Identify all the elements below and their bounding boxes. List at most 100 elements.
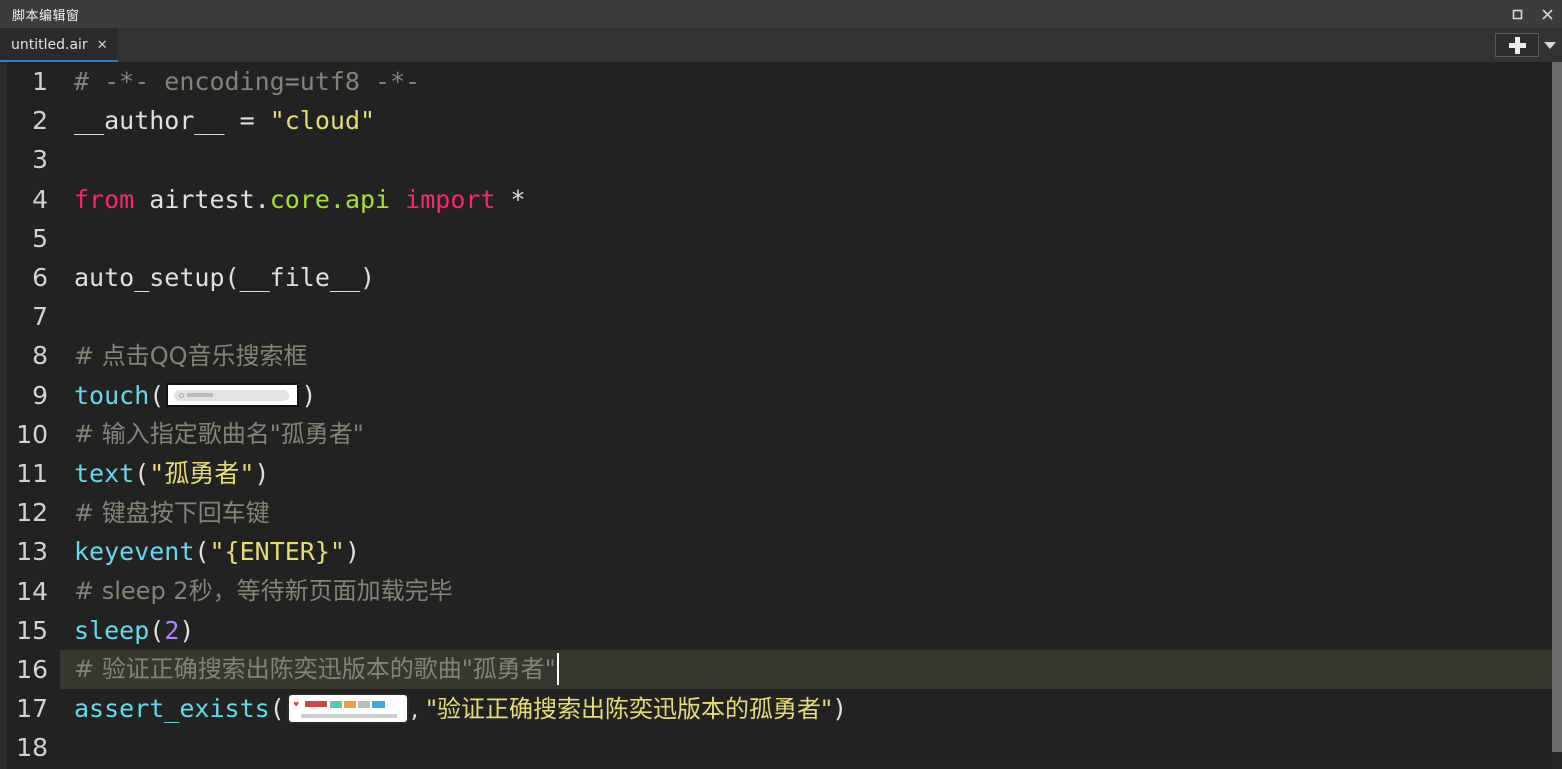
line-content: assert_exists ( ♥ , "验证正确搜索出陈奕迅版本的孤勇者" ) — [74, 693, 847, 725]
comment-token: # 点击QQ音乐搜索框 — [74, 341, 308, 370]
code-editor[interactable]: 1 # -*- encoding=utf8 -*- 2 __author__ =… — [0, 62, 1562, 769]
paren-token: ( — [269, 694, 285, 724]
code-line-current[interactable]: 16 # 验证正确搜索出陈奕迅版本的歌曲"孤勇者" — [0, 649, 1562, 689]
keyword-token: from — [74, 184, 135, 214]
close-icon[interactable] — [1532, 0, 1562, 28]
module-token: airtest. — [134, 184, 270, 214]
paren-token: ) — [344, 537, 361, 567]
paren-token: ) — [254, 458, 270, 488]
line-content: sleep ( 2 ) — [74, 618, 194, 643]
line-number: 17 — [16, 694, 48, 724]
string-token: "孤勇者" — [149, 458, 255, 488]
line-content: __author__ = "cloud" — [74, 108, 375, 133]
code-line[interactable]: 18 — [0, 728, 1562, 767]
line-number: 12 — [16, 498, 48, 528]
code-line[interactable]: 2 __author__ = "cloud" — [0, 101, 1562, 140]
code-line[interactable]: 17 assert_exists ( ♥ , "验证正确搜索出陈奕迅版本的孤勇者… — [0, 689, 1562, 728]
line-number: 8 — [32, 341, 48, 371]
tab-bar: untitled.air ✕ — [0, 28, 1562, 62]
line-number: 5 — [32, 223, 48, 253]
call-token: auto_setup(__file__) — [74, 263, 376, 293]
paren-token: ) — [301, 380, 317, 410]
code-lines: 1 # -*- encoding=utf8 -*- 2 __author__ =… — [0, 62, 1562, 767]
code-line[interactable]: 11 text ( "孤勇者" ) — [0, 454, 1562, 493]
scrollbar-thumb[interactable] — [1552, 62, 1562, 752]
thumbnail-badge — [371, 701, 385, 709]
thumbnail-placeholder-text — [187, 393, 214, 398]
vertical-scrollbar[interactable] — [1552, 62, 1562, 769]
line-number: 9 — [32, 380, 48, 410]
number-token: 2 — [164, 615, 180, 645]
string-token: "{ENTER}" — [209, 537, 345, 567]
code-line[interactable]: 14 # sleep 2秒，等待新页面加载完毕 — [0, 571, 1562, 610]
comma-token: , — [410, 694, 426, 723]
code-line[interactable]: 9 touch ( ) — [0, 376, 1562, 415]
line-content: keyevent ( "{ENTER}" ) — [74, 539, 360, 564]
restore-icon[interactable] — [1502, 0, 1532, 28]
paren-token: ) — [179, 615, 195, 645]
thumbnail-song-title — [304, 701, 327, 708]
line-content: # sleep 2秒，等待新页面加载完毕 — [74, 579, 453, 603]
code-line[interactable]: 7 — [0, 297, 1562, 336]
thumbnail-badge — [357, 701, 370, 709]
string-token: "验证正确搜索出陈奕迅版本的孤勇者" — [426, 694, 833, 723]
code-line[interactable]: 15 sleep ( 2 ) — [0, 611, 1562, 650]
line-number: 10 — [16, 419, 48, 449]
star-token: * — [495, 184, 526, 214]
line-number: 7 — [32, 302, 48, 332]
line-content: auto_setup(__file__) — [74, 265, 375, 290]
code-line[interactable]: 1 # -*- encoding=utf8 -*- — [0, 62, 1562, 101]
qq-music-search-box-thumbnail[interactable] — [166, 383, 300, 408]
song-result-card-thumbnail[interactable]: ♥ — [286, 693, 409, 725]
code-line[interactable]: 10 # 输入指定歌曲名"孤勇者" — [0, 415, 1562, 454]
thumbnail-badge — [329, 701, 342, 709]
paren-token: ( — [149, 380, 165, 410]
close-icon[interactable]: ✕ — [97, 39, 108, 52]
paren-token: ( — [134, 458, 150, 488]
line-content: # 输入指定歌曲名"孤勇者" — [74, 422, 364, 446]
operator-token: = — [239, 106, 270, 136]
line-content: # 验证正确搜索出陈奕迅版本的歌曲"孤勇者" — [74, 653, 559, 686]
line-number: 1 — [32, 67, 48, 97]
function-token: text — [74, 458, 135, 488]
comment-token: # sleep 2秒，等待新页面加载完毕 — [74, 577, 453, 606]
paren-token: ( — [194, 537, 210, 567]
thumbnail-badge — [343, 701, 356, 709]
line-number: 3 — [32, 145, 48, 175]
line-number: 6 — [32, 263, 48, 293]
function-token: touch — [74, 380, 150, 410]
tab-untitled-air[interactable]: untitled.air ✕ — [0, 28, 118, 62]
code-line[interactable]: 6 auto_setup(__file__) — [0, 258, 1562, 297]
code-line[interactable]: 8 # 点击QQ音乐搜索框 — [0, 336, 1562, 375]
plus-icon — [1508, 36, 1526, 54]
line-number: 16 — [16, 654, 48, 684]
tab-bar-spacer — [118, 28, 1495, 62]
line-content: # 键盘按下回车键 — [74, 501, 270, 525]
line-content: touch ( ) — [74, 383, 316, 408]
thumbnail-subtitle — [300, 714, 397, 719]
line-number: 4 — [32, 184, 48, 214]
comment-token: # -*- encoding=utf8 -*- — [74, 67, 421, 97]
heart-icon: ♥ — [293, 700, 299, 710]
line-number: 14 — [16, 576, 48, 606]
title-bar: 脚本编辑窗 — [0, 0, 1562, 28]
string-token: "cloud" — [269, 106, 376, 136]
add-tab-group — [1495, 28, 1556, 62]
code-line[interactable]: 3 — [0, 140, 1562, 179]
line-number: 13 — [16, 537, 48, 567]
code-line[interactable]: 5 — [0, 219, 1562, 258]
line-number: 15 — [16, 615, 48, 645]
add-tab-button[interactable] — [1495, 33, 1539, 57]
chevron-down-icon[interactable] — [1544, 41, 1556, 49]
code-line[interactable]: 12 # 键盘按下回车键 — [0, 493, 1562, 532]
line-content: # 点击QQ音乐搜索框 — [74, 344, 308, 368]
function-token: keyevent — [74, 537, 195, 567]
comment-token: # 输入指定歌曲名"孤勇者" — [74, 420, 364, 449]
identifier-token: __author__ — [74, 106, 240, 136]
text-cursor — [556, 653, 559, 686]
line-number: 11 — [16, 458, 48, 488]
line-number: 18 — [16, 733, 48, 763]
code-line[interactable]: 13 keyevent ( "{ENTER}" ) — [0, 532, 1562, 571]
paren-token: ( — [149, 615, 165, 645]
code-line[interactable]: 4 from airtest. core.api import * — [0, 180, 1562, 219]
